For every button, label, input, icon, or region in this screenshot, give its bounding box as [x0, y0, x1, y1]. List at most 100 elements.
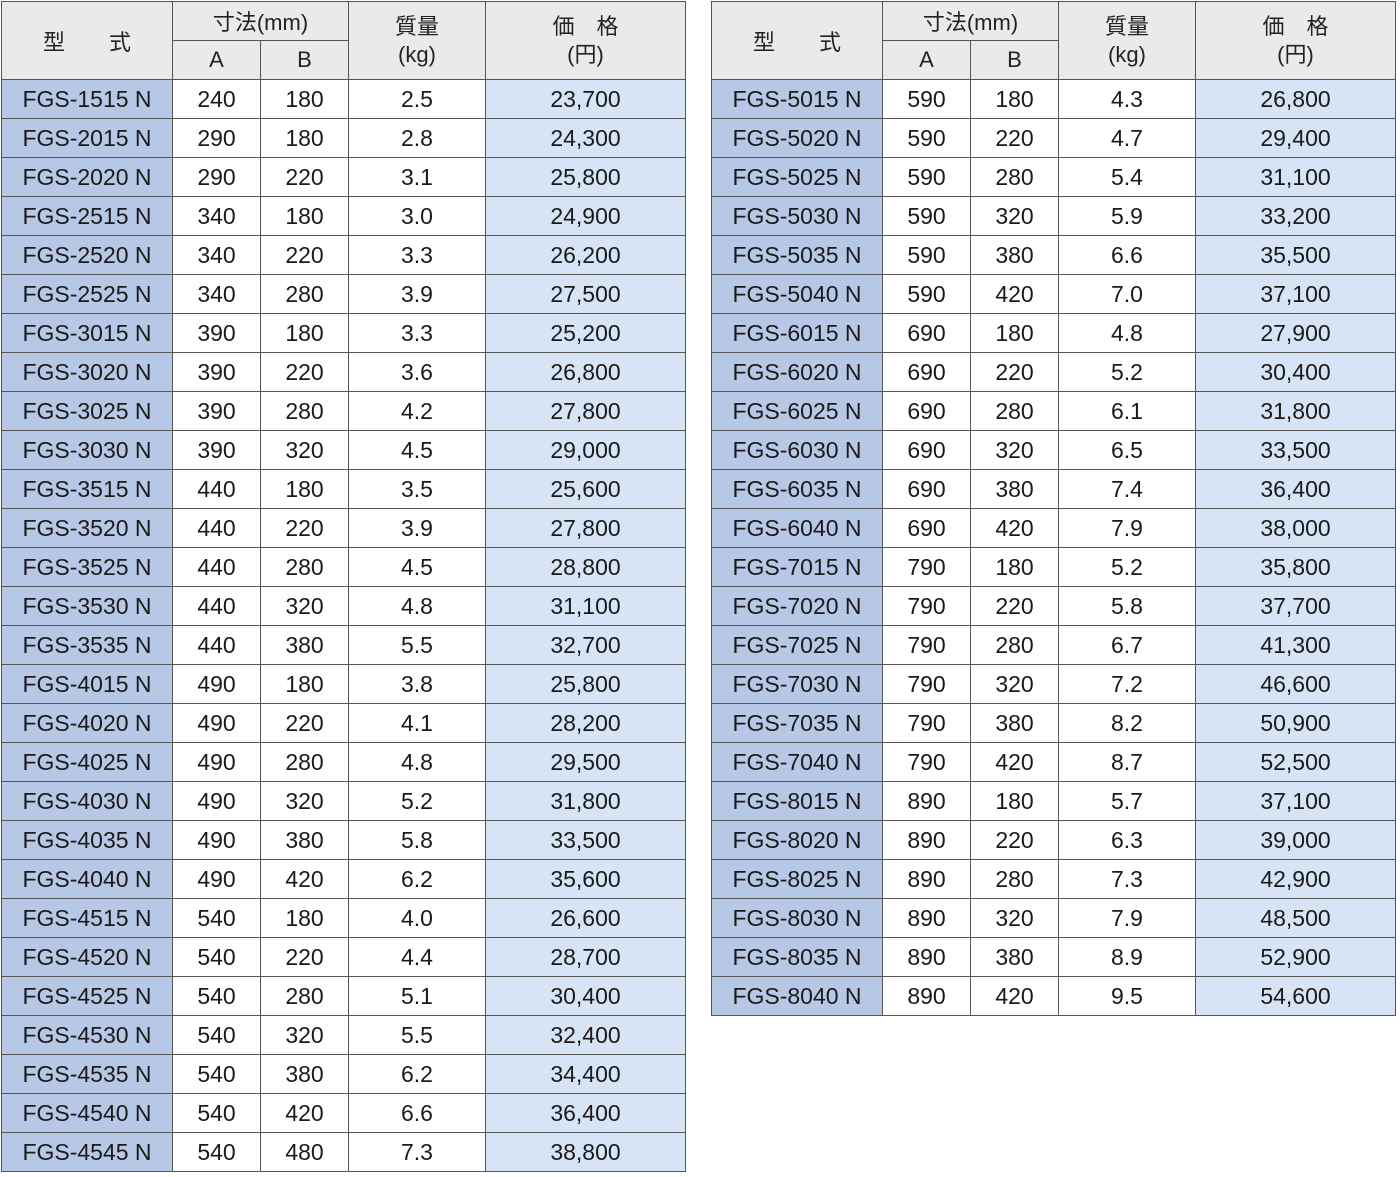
table-row: FGS-2520 N 340 220 3.3 26,200	[1, 235, 686, 275]
cell-mass: 3.6	[348, 352, 486, 392]
table-row: FGS-7035 N 790 380 8.2 50,900	[711, 703, 1396, 743]
cell-dim-a: 690	[882, 391, 971, 431]
cell-dim-a: 290	[172, 118, 261, 158]
header-price-unit: (円)	[567, 41, 604, 67]
price-table-left: 型 式 寸法(mm) 質量 (kg) 価 格 (円) A B FGS-1515 …	[1, 1, 686, 1172]
cell-dim-a: 290	[172, 157, 261, 197]
cell-model: FGS-6015 N	[711, 313, 883, 353]
cell-model: FGS-8025 N	[711, 859, 883, 899]
cell-model: FGS-4525 N	[1, 976, 173, 1016]
cell-mass: 5.2	[348, 781, 486, 821]
table-row: FGS-3025 N 390 280 4.2 27,800	[1, 391, 686, 431]
cell-dim-a: 540	[172, 1093, 261, 1133]
header-mass-label: 質量	[394, 13, 439, 39]
cell-mass: 9.5	[1058, 976, 1196, 1016]
header-model: 型 式	[1, 1, 173, 80]
cell-dim-b: 320	[970, 196, 1059, 236]
table-row: FGS-3525 N 440 280 4.5 28,800	[1, 547, 686, 587]
cell-mass: 4.3	[1058, 79, 1196, 119]
cell-mass: 6.2	[348, 1054, 486, 1094]
table-row: FGS-4525 N 540 280 5.1 30,400	[1, 976, 686, 1016]
cell-dim-b: 320	[260, 586, 349, 626]
cell-dim-a: 340	[172, 196, 261, 236]
cell-dim-a: 690	[882, 430, 971, 470]
table-row: FGS-4015 N 490 180 3.8 25,800	[1, 664, 686, 704]
cell-dim-a: 690	[882, 469, 971, 509]
cell-dim-b: 180	[970, 79, 1059, 119]
cell-dim-a: 890	[882, 937, 971, 977]
cell-mass: 3.5	[348, 469, 486, 509]
cell-dim-b: 220	[260, 352, 349, 392]
cell-dim-b: 180	[260, 469, 349, 509]
cell-dim-b: 220	[970, 586, 1059, 626]
cell-mass: 2.5	[348, 79, 486, 119]
cell-price: 36,400	[1195, 469, 1396, 509]
cell-dim-a: 540	[172, 898, 261, 938]
cell-model: FGS-5015 N	[711, 79, 883, 119]
table-row: FGS-6025 N 690 280 6.1 31,800	[711, 391, 1396, 431]
cell-mass: 7.0	[1058, 274, 1196, 314]
cell-dim-a: 890	[882, 820, 971, 860]
table-row: FGS-5035 N 590 380 6.6 35,500	[711, 235, 1396, 275]
cell-price: 24,300	[485, 118, 686, 158]
header-dim-b: B	[970, 40, 1059, 80]
cell-dim-a: 440	[172, 547, 261, 587]
cell-mass: 8.2	[1058, 703, 1196, 743]
cell-dim-a: 590	[882, 157, 971, 197]
cell-dim-a: 440	[172, 469, 261, 509]
cell-mass: 3.3	[348, 235, 486, 275]
cell-price: 27,900	[1195, 313, 1396, 353]
cell-dim-a: 490	[172, 781, 261, 821]
header-dim-a: A	[172, 40, 261, 80]
cell-dim-a: 390	[172, 313, 261, 353]
cell-model: FGS-7015 N	[711, 547, 883, 587]
cell-price: 28,700	[485, 937, 686, 977]
table-row: FGS-6040 N 690 420 7.9 38,000	[711, 508, 1396, 548]
cell-price: 25,600	[485, 469, 686, 509]
cell-model: FGS-4535 N	[1, 1054, 173, 1094]
cell-dim-a: 790	[882, 703, 971, 743]
cell-dim-b: 220	[260, 703, 349, 743]
cell-dim-a: 590	[882, 274, 971, 314]
cell-dim-b: 220	[260, 508, 349, 548]
table-row: FGS-4535 N 540 380 6.2 34,400	[1, 1054, 686, 1094]
cell-mass: 3.1	[348, 157, 486, 197]
cell-model: FGS-4025 N	[1, 742, 173, 782]
cell-dim-b: 220	[970, 118, 1059, 158]
cell-price: 39,000	[1195, 820, 1396, 860]
cell-dim-b: 280	[260, 391, 349, 431]
cell-price: 50,900	[1195, 703, 1396, 743]
cell-price: 27,800	[485, 391, 686, 431]
cell-dim-b: 380	[260, 625, 349, 665]
cell-price: 35,800	[1195, 547, 1396, 587]
table-row: FGS-5015 N 590 180 4.3 26,800	[711, 79, 1396, 119]
header-price-unit: (円)	[1277, 41, 1314, 67]
cell-price: 31,800	[485, 781, 686, 821]
cell-price: 31,100	[1195, 157, 1396, 197]
cell-price: 28,200	[485, 703, 686, 743]
cell-price: 26,200	[485, 235, 686, 275]
cell-mass: 5.5	[348, 1015, 486, 1055]
cell-model: FGS-4530 N	[1, 1015, 173, 1055]
cell-mass: 4.1	[348, 703, 486, 743]
cell-dim-b: 280	[260, 274, 349, 314]
table-row: FGS-4540 N 540 420 6.6 36,400	[1, 1093, 686, 1133]
cell-model: FGS-2525 N	[1, 274, 173, 314]
cell-dim-b: 480	[260, 1132, 349, 1172]
cell-price: 33,500	[1195, 430, 1396, 470]
cell-model: FGS-3515 N	[1, 469, 173, 509]
table-row: FGS-4035 N 490 380 5.8 33,500	[1, 820, 686, 860]
cell-dim-a: 590	[882, 235, 971, 275]
cell-price: 25,200	[485, 313, 686, 353]
cell-dim-a: 240	[172, 79, 261, 119]
cell-mass: 5.5	[348, 625, 486, 665]
table-row: FGS-8040 N 890 420 9.5 54,600	[711, 976, 1396, 1016]
table-row: FGS-4530 N 540 320 5.5 32,400	[1, 1015, 686, 1055]
cell-mass: 6.2	[348, 859, 486, 899]
cell-model: FGS-6035 N	[711, 469, 883, 509]
cell-mass: 5.8	[348, 820, 486, 860]
cell-mass: 2.8	[348, 118, 486, 158]
cell-dim-b: 420	[970, 508, 1059, 548]
cell-model: FGS-2515 N	[1, 196, 173, 236]
cell-dim-a: 690	[882, 313, 971, 353]
